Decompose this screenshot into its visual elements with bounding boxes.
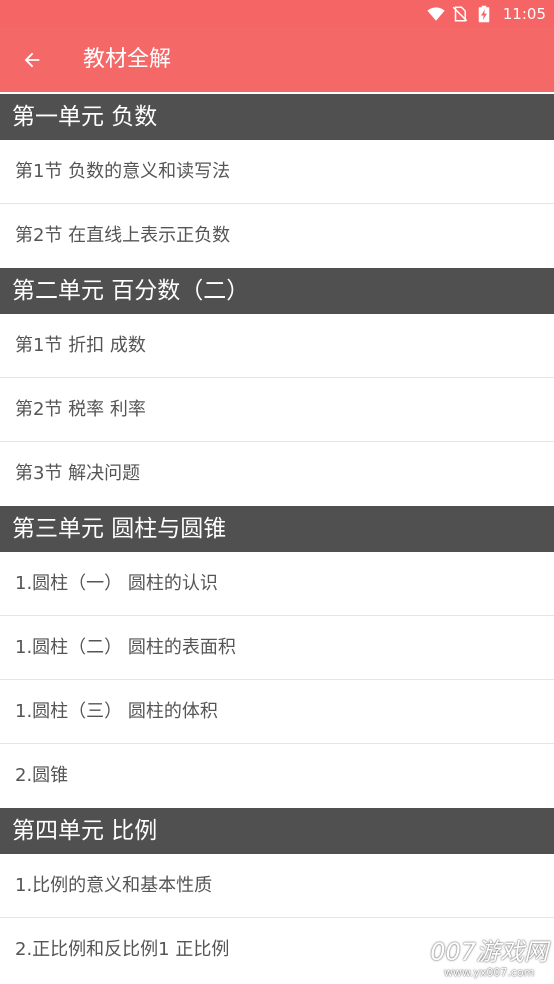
list-item[interactable]: 1.圆柱（一） 圆柱的认识 bbox=[0, 552, 554, 616]
list-item[interactable]: 1.圆柱（二） 圆柱的表面积 bbox=[0, 616, 554, 680]
toolbar: 教材全解 bbox=[0, 28, 554, 92]
list-item[interactable]: 第3节 解决问题 bbox=[0, 442, 554, 506]
status-bar: 11:05 bbox=[0, 0, 554, 28]
back-button[interactable] bbox=[14, 42, 50, 78]
page-title: 教材全解 bbox=[83, 47, 172, 72]
wifi-icon bbox=[427, 7, 445, 21]
list-item[interactable]: 1.比例的意义和基本性质 bbox=[0, 854, 554, 918]
section-header: 第四单元 比例 bbox=[0, 808, 554, 854]
chapter-list: 第一单元 负数 第1节 负数的意义和读写法 第2节 在直线上表示正负数 第二单元… bbox=[0, 94, 554, 982]
status-time: 11:05 bbox=[502, 5, 546, 23]
list-item[interactable]: 第1节 负数的意义和读写法 bbox=[0, 140, 554, 204]
list-item[interactable]: 2.正比例和反比例1 正比例 bbox=[0, 918, 554, 982]
list-item[interactable]: 2.圆锥 bbox=[0, 744, 554, 808]
list-item[interactable]: 第2节 税率 利率 bbox=[0, 378, 554, 442]
section-header: 第三单元 圆柱与圆锥 bbox=[0, 506, 554, 552]
status-icons: 11:05 bbox=[427, 5, 546, 23]
battery-charging-icon bbox=[478, 5, 490, 23]
list-item[interactable]: 1.圆柱（三） 圆柱的体积 bbox=[0, 680, 554, 744]
list-item[interactable]: 第1节 折扣 成数 bbox=[0, 314, 554, 378]
section-header: 第一单元 负数 bbox=[0, 94, 554, 140]
no-sim-icon bbox=[452, 6, 468, 22]
arrow-left-icon bbox=[24, 52, 40, 68]
list-item[interactable]: 第2节 在直线上表示正负数 bbox=[0, 204, 554, 268]
section-header: 第二单元 百分数（二） bbox=[0, 268, 554, 314]
